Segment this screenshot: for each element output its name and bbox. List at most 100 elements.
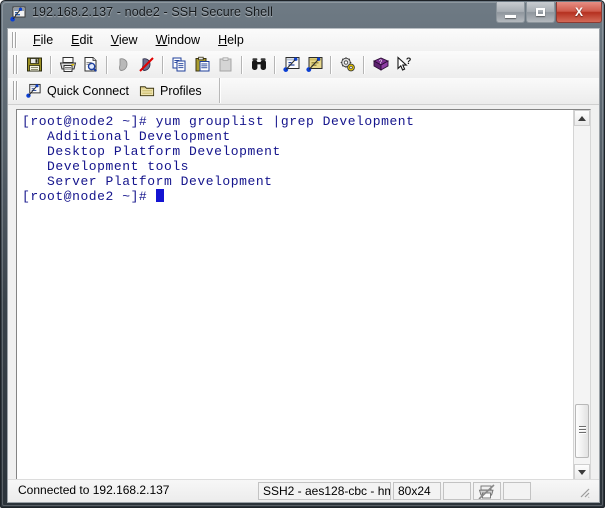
print-preview-button[interactable] (79, 53, 102, 76)
profiles-button[interactable]: Profiles (135, 81, 208, 101)
terminal-prompt-line: [root@node2 ~]# (22, 189, 573, 204)
help-book-icon: ? (372, 57, 389, 71)
connect-button[interactable] (112, 53, 135, 76)
toolbar-drag-grip[interactable] (13, 55, 18, 74)
scrollbar-thumb[interactable] (575, 404, 589, 458)
chevron-down-icon (578, 469, 586, 475)
scrollbar-grip (579, 426, 586, 435)
profiles-label: Profiles (159, 83, 202, 98)
status-resize-area[interactable] (535, 482, 595, 500)
window-title: 192.168.2.137 - node2 - SSH Secure Shell (32, 5, 273, 19)
menu-edit-rest: dit (79, 33, 93, 47)
resize-grip-icon (580, 488, 590, 498)
terminal-scrollbar[interactable] (573, 110, 590, 480)
menu-window-rest: indow (167, 33, 201, 47)
terminal-line: Server Platform Development (22, 174, 273, 190)
find-button[interactable] (247, 53, 270, 76)
main-toolbar: ? ? (8, 51, 599, 79)
status-bar: Connected to 192.168.2.137 SSH2 - aes128… (8, 479, 599, 502)
toolbar-buttons: ? ? (23, 53, 415, 76)
menu-window-label: W (155, 33, 168, 47)
print-preview-icon (84, 57, 97, 72)
menu-drag-grip[interactable] (12, 32, 17, 48)
svg-text:?: ? (405, 56, 411, 66)
terminal-prompt: [root@node2 ~]# (22, 189, 156, 205)
new-terminal-button[interactable] (280, 53, 303, 76)
menu-bar: File Edit View Window Help (8, 29, 599, 52)
close-button[interactable]: X (556, 2, 602, 23)
scroll-up-button[interactable] (574, 110, 590, 126)
print-button[interactable] (56, 53, 79, 76)
terminal-screen[interactable]: [root@node2 ~]# yum grouplist |grep Deve… (17, 110, 573, 480)
toolbar-separator (363, 55, 365, 74)
terminal-line: Development tools (22, 159, 190, 175)
menu-items: File Edit View Window Help (24, 29, 253, 51)
menu-edit[interactable]: Edit (62, 30, 102, 50)
quick-connect-icon (26, 83, 41, 98)
client-area: File Edit View Window Help ? ? Quick Con… (7, 28, 600, 503)
connect-icon (119, 58, 128, 71)
settings-button[interactable] (336, 53, 359, 76)
menu-file[interactable]: File (24, 30, 62, 50)
status-blank-1 (443, 482, 471, 500)
status-connection: Connected to 192.168.2.137 (18, 483, 170, 497)
menu-view[interactable]: View (102, 30, 147, 50)
new-file-transfer-icon (305, 57, 322, 72)
menu-edit-label: E (71, 33, 80, 47)
ssh-app-icon (10, 6, 27, 23)
scroll-down-button[interactable] (574, 464, 590, 480)
save-button[interactable] (23, 53, 46, 76)
status-blank-2 (503, 482, 531, 500)
menu-help[interactable]: Help (209, 30, 253, 50)
menu-file-rest: ile (40, 33, 54, 47)
find-icon (251, 58, 266, 70)
disconnect-icon (139, 57, 154, 72)
paste-icon (195, 56, 210, 72)
disconnect-button[interactable] (135, 53, 158, 76)
toolbar-separator (330, 55, 332, 74)
menu-view-label: V (110, 33, 119, 47)
toolbar-separator (106, 55, 108, 74)
new-file-transfer-button[interactable] (303, 53, 326, 76)
toolbar-separator (274, 55, 276, 74)
new-terminal-icon (282, 57, 299, 72)
print-icon (59, 57, 76, 72)
quickbar-drag-grip[interactable] (13, 81, 18, 100)
save-icon (27, 57, 42, 72)
status-cipher: SSH2 - aes128-cbc - hmac-md5 (258, 482, 391, 500)
quick-connect-toolbar: Quick Connect Profiles (8, 78, 599, 105)
profiles-folder-icon (139, 85, 155, 96)
settings-icon (340, 57, 355, 72)
chevron-up-icon (578, 115, 586, 121)
terminal-panel: [root@node2 ~]# yum grouplist |grep Deve… (16, 109, 591, 481)
terminal-line: Desktop Platform Development (22, 144, 281, 160)
terminal-cursor (155, 189, 164, 203)
paste-button[interactable] (191, 53, 214, 76)
copy-button[interactable] (168, 53, 191, 76)
menu-help-rest: elp (227, 33, 244, 47)
menu-help-label: H (218, 33, 228, 47)
maximize-button[interactable] (526, 2, 555, 23)
paste-disabled-icon (219, 57, 232, 72)
toolbar-separator (162, 55, 164, 74)
toolbar-separator (241, 55, 243, 74)
status-terminal-size: 80x24 (393, 482, 441, 500)
quick-connect-button[interactable]: Quick Connect (22, 81, 135, 101)
minimize-button[interactable] (496, 2, 525, 23)
logging-indicator-icon (478, 484, 495, 499)
title-bar[interactable]: 192.168.2.137 - node2 - SSH Secure Shell… (1, 1, 604, 28)
terminal-line: Additional Development (22, 129, 231, 145)
window-controls: X (495, 2, 602, 24)
menu-view-rest: iew (118, 33, 138, 47)
quick-connect-band: Quick Connect Profiles (8, 78, 220, 103)
context-help-button[interactable]: ? (392, 53, 415, 76)
ssh-secure-shell-window: 192.168.2.137 - node2 - SSH Secure Shell… (0, 0, 605, 508)
context-help-icon: ? (396, 56, 411, 71)
quick-connect-items: Quick Connect Profiles (22, 78, 208, 103)
quick-connect-label: Quick Connect (47, 83, 129, 98)
paste-disabled-button (214, 53, 237, 76)
help-book-button[interactable]: ? (369, 53, 392, 76)
menu-file-label: F (33, 33, 41, 47)
status-logging-panel[interactable] (473, 482, 501, 500)
menu-window[interactable]: Window (147, 30, 209, 50)
